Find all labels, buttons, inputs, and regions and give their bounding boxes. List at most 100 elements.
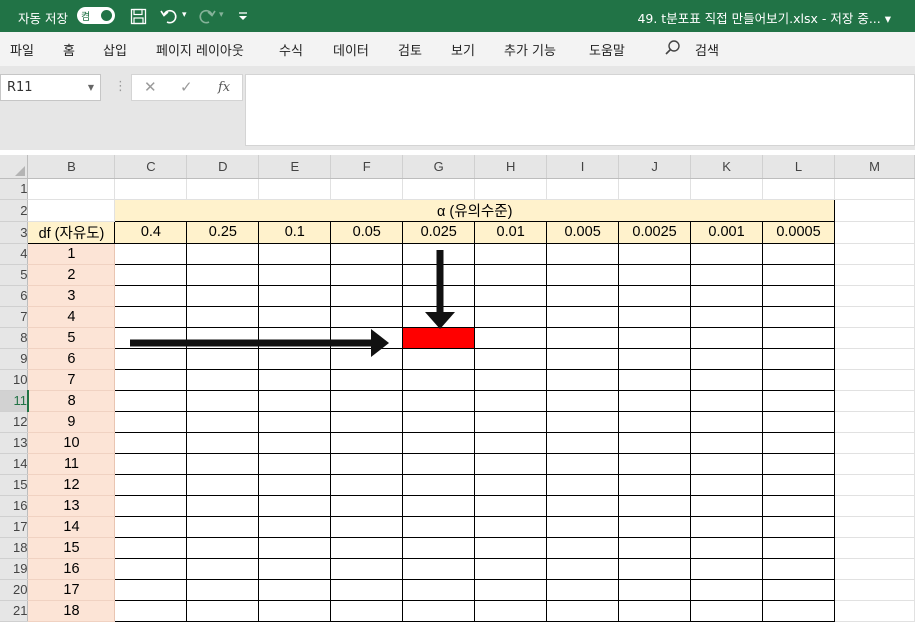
cell[interactable] (834, 264, 915, 286)
table-cell[interactable] (762, 305, 835, 328)
table-cell[interactable] (258, 557, 332, 580)
table-cell[interactable] (186, 410, 260, 433)
df-value-cell[interactable]: 10 (27, 432, 116, 454)
table-cell[interactable] (690, 284, 764, 307)
df-value-cell[interactable]: 7 (27, 369, 116, 391)
table-cell[interactable] (258, 431, 332, 454)
table-cell[interactable] (330, 494, 404, 517)
tab-add-ins[interactable]: 추가 기능 (504, 40, 556, 59)
search-label[interactable]: 검색 (695, 40, 719, 59)
table-cell[interactable] (762, 242, 835, 265)
column-header[interactable]: I (546, 155, 620, 179)
row-header[interactable]: 21 (0, 600, 29, 622)
table-cell[interactable] (618, 389, 692, 412)
df-value-cell[interactable]: 6 (27, 348, 116, 370)
table-cell[interactable] (474, 368, 548, 391)
df-value-cell[interactable]: 18 (27, 600, 116, 622)
target-cell[interactable] (402, 326, 476, 349)
cell[interactable] (834, 495, 915, 517)
undo-icon[interactable] (158, 5, 180, 27)
table-cell[interactable] (330, 431, 404, 454)
row-header[interactable]: 10 (0, 369, 29, 391)
formula-bar-grip-icon[interactable]: ⋮ (114, 79, 127, 94)
column-header[interactable]: E (258, 155, 332, 179)
table-cell[interactable] (474, 410, 548, 433)
tab-page-layout[interactable]: 페이지 레이아웃 (156, 40, 244, 59)
table-cell[interactable] (546, 263, 620, 286)
table-cell[interactable] (546, 473, 620, 496)
table-cell[interactable] (690, 599, 764, 622)
cell[interactable] (546, 178, 620, 200)
table-cell[interactable] (762, 326, 835, 349)
table-cell[interactable] (258, 494, 332, 517)
table-cell[interactable] (762, 263, 835, 286)
table-cell[interactable] (402, 452, 476, 475)
table-cell[interactable] (186, 599, 260, 622)
row-header[interactable]: 11 (0, 390, 29, 412)
column-header[interactable]: D (186, 155, 260, 179)
table-cell[interactable] (402, 389, 476, 412)
table-cell[interactable] (546, 305, 620, 328)
table-cell[interactable] (402, 515, 476, 538)
redo-icon[interactable] (196, 5, 218, 27)
table-cell[interactable] (402, 263, 476, 286)
df-value-cell[interactable]: 14 (27, 516, 116, 538)
table-cell[interactable] (546, 515, 620, 538)
table-cell[interactable] (762, 368, 835, 391)
df-value-cell[interactable]: 12 (27, 474, 116, 496)
row-header[interactable]: 3 (0, 221, 29, 244)
table-cell[interactable] (546, 242, 620, 265)
table-cell[interactable] (330, 599, 404, 622)
cell[interactable] (834, 432, 915, 454)
table-cell[interactable] (690, 557, 764, 580)
cell[interactable] (834, 369, 915, 391)
alpha-value-cell[interactable]: 0.1 (258, 220, 332, 244)
column-header[interactable]: F (330, 155, 404, 179)
cell[interactable] (834, 221, 915, 244)
table-cell[interactable] (474, 536, 548, 559)
table-cell[interactable] (186, 473, 260, 496)
table-cell[interactable] (258, 305, 332, 328)
tab-formulas[interactable]: 수식 (279, 40, 303, 59)
alpha-value-cell[interactable]: 0.05 (330, 220, 404, 244)
table-cell[interactable] (330, 536, 404, 559)
row-header[interactable]: 2 (0, 199, 29, 222)
table-cell[interactable] (546, 578, 620, 601)
cell[interactable] (762, 178, 835, 200)
df-value-cell[interactable]: 1 (27, 243, 116, 265)
table-cell[interactable] (690, 326, 764, 349)
table-cell[interactable] (546, 326, 620, 349)
table-cell[interactable] (690, 263, 764, 286)
table-cell[interactable] (474, 431, 548, 454)
column-header[interactable]: H (474, 155, 548, 179)
table-cell[interactable] (186, 494, 260, 517)
table-cell[interactable] (618, 599, 692, 622)
table-cell[interactable] (258, 389, 332, 412)
table-cell[interactable] (114, 389, 188, 412)
undo-dropdown-icon[interactable]: ▾ (182, 10, 187, 20)
tab-help[interactable]: 도움말 (589, 40, 625, 59)
table-cell[interactable] (402, 431, 476, 454)
cell[interactable] (834, 327, 915, 349)
table-cell[interactable] (258, 578, 332, 601)
cell[interactable] (114, 178, 188, 200)
row-header[interactable]: 18 (0, 537, 29, 559)
table-cell[interactable] (186, 305, 260, 328)
table-cell[interactable] (690, 578, 764, 601)
redo-dropdown-icon[interactable]: ▾ (219, 10, 224, 20)
table-cell[interactable] (762, 389, 835, 412)
table-cell[interactable] (474, 284, 548, 307)
row-header[interactable]: 14 (0, 453, 29, 475)
save-icon[interactable] (127, 5, 149, 27)
table-cell[interactable] (690, 242, 764, 265)
table-cell[interactable] (690, 368, 764, 391)
cell[interactable] (834, 579, 915, 601)
table-cell[interactable] (618, 368, 692, 391)
cell[interactable] (834, 516, 915, 538)
cell[interactable] (402, 178, 476, 200)
table-cell[interactable] (114, 494, 188, 517)
customize-qat-icon[interactable] (232, 5, 254, 27)
cell[interactable] (834, 306, 915, 328)
table-cell[interactable] (114, 368, 188, 391)
table-cell[interactable] (618, 452, 692, 475)
